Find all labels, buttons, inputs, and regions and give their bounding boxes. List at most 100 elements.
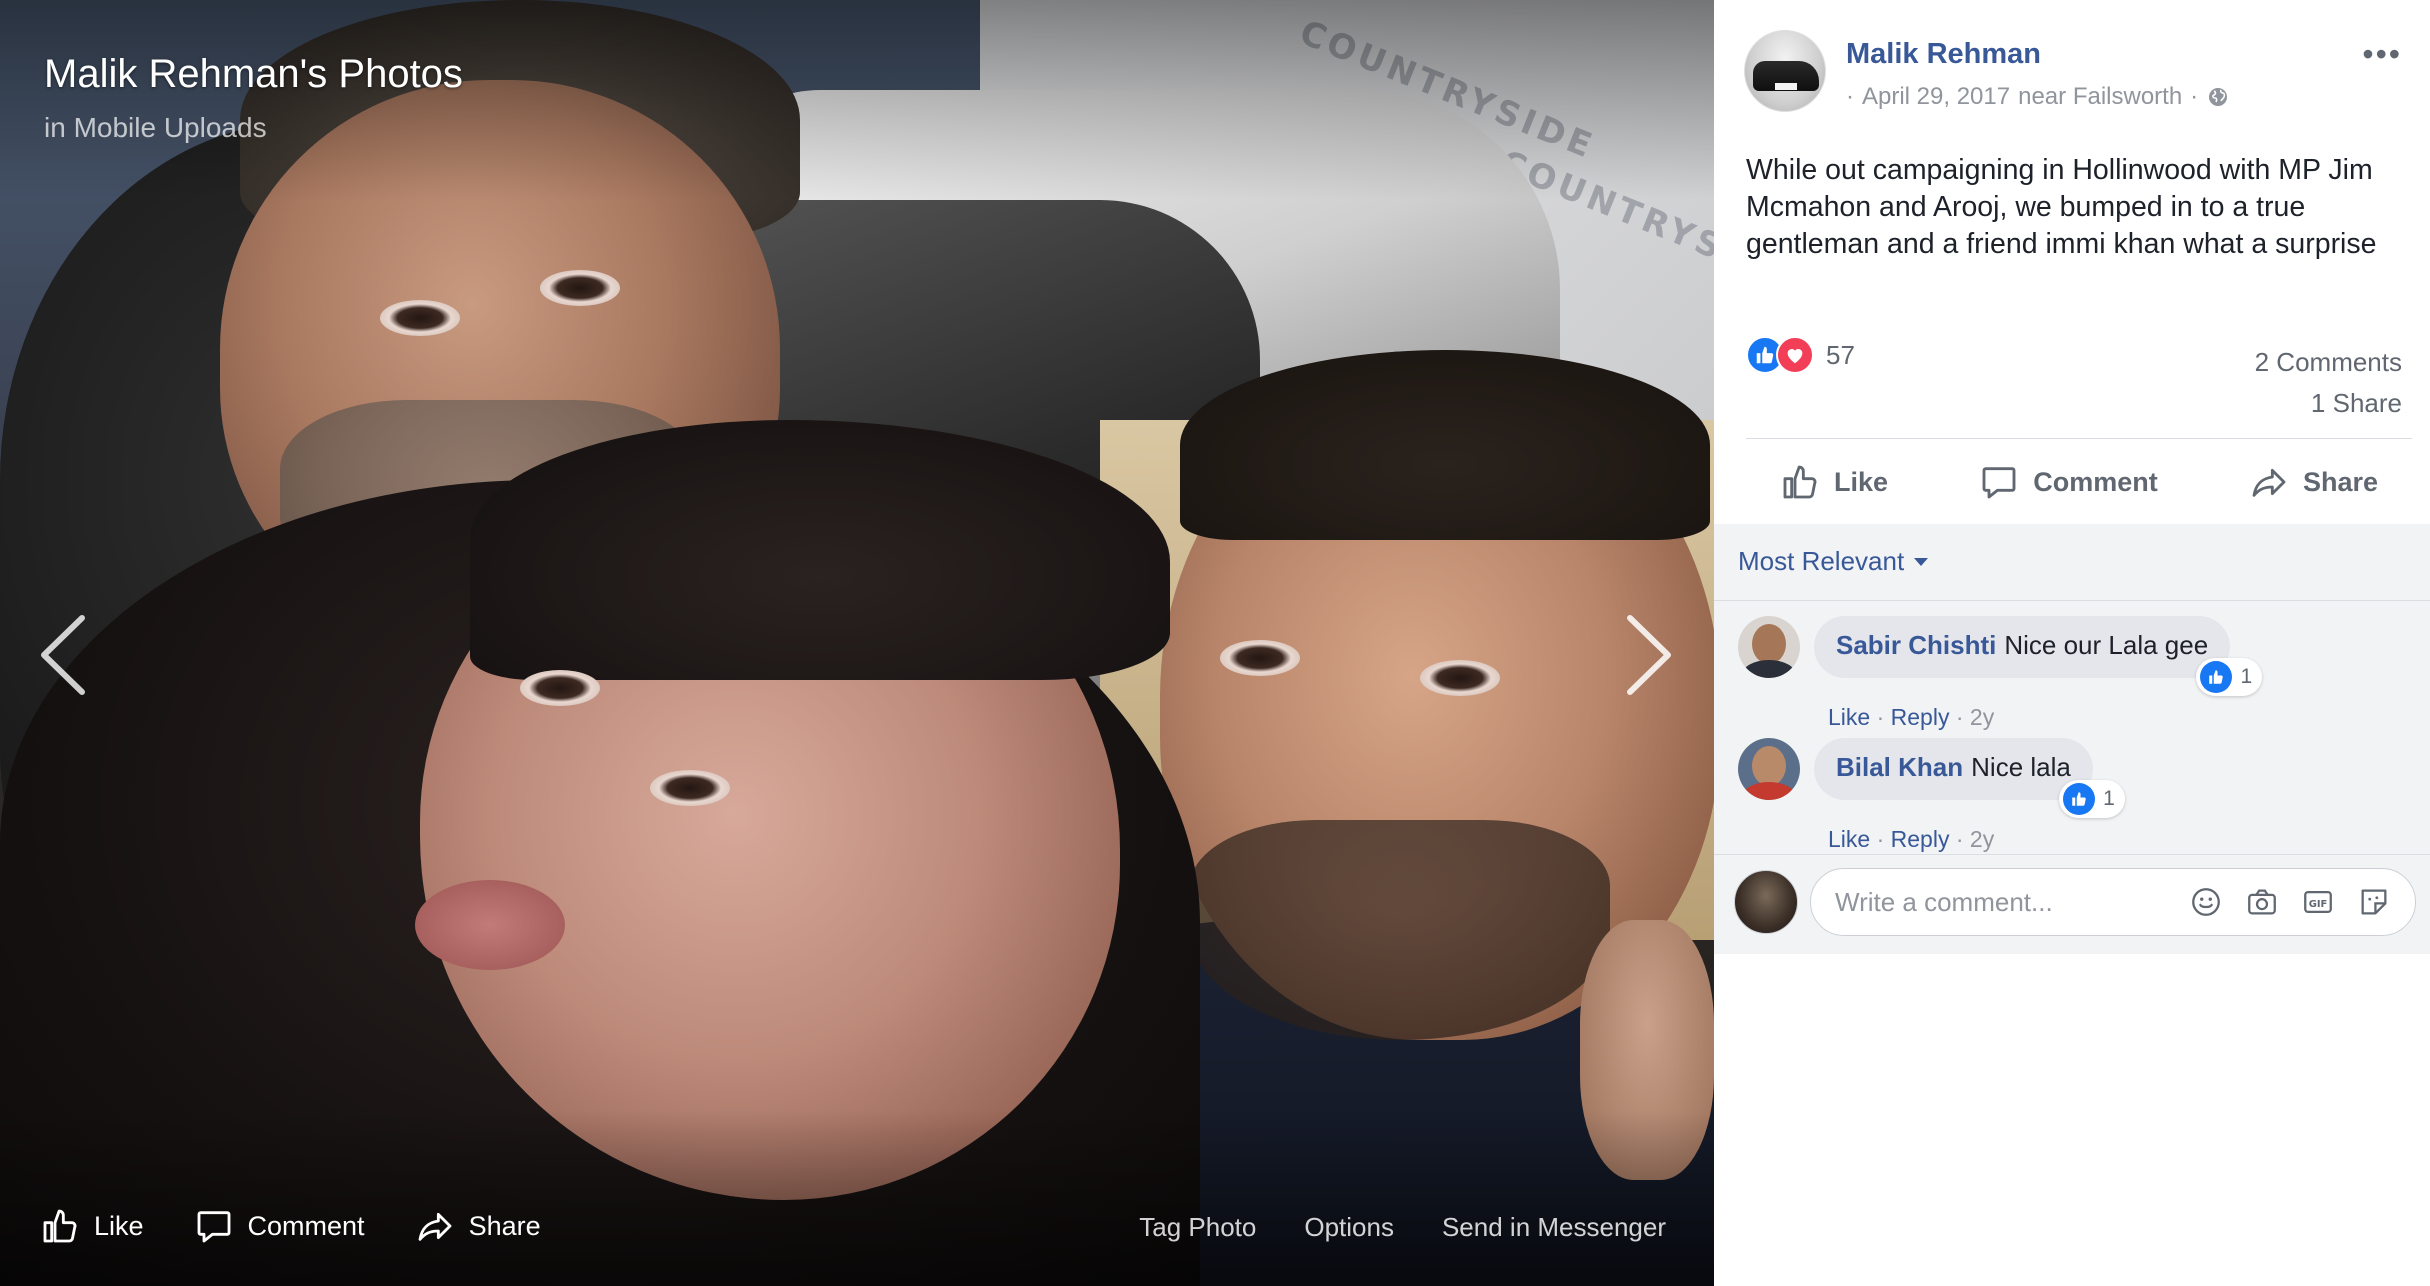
- comment-author[interactable]: Bilal Khan: [1836, 752, 1963, 782]
- post-location[interactable]: near Failsworth: [2018, 83, 2182, 111]
- divider: [1714, 600, 2430, 601]
- separator-dot: ·: [1876, 704, 1891, 730]
- comment-meta: Like · Reply · 2y: [1828, 704, 1994, 731]
- comment-input[interactable]: Write a comment... GIF: [1810, 868, 2416, 936]
- comment-icon: [1982, 467, 2016, 499]
- photo-lips: [415, 880, 565, 970]
- photo-comment-button[interactable]: Comment: [194, 1206, 365, 1246]
- photo-viewer: COUNTRYSIDE COUNTRYSIDE Malik Rehman's P…: [0, 0, 1714, 1286]
- thumbs-up-icon: [43, 1209, 77, 1243]
- photo-action-bar: Like Comment Share: [40, 1206, 541, 1246]
- photo-album-title[interactable]: Malik Rehman's Photos: [44, 52, 463, 97]
- photo-like-label: Like: [94, 1210, 144, 1241]
- photo-options-bar: Tag Photo Options Send in Messenger: [1139, 1212, 1666, 1243]
- comment-reaction-badge[interactable]: 1: [2059, 780, 2125, 818]
- camera-icon[interactable]: [2245, 885, 2279, 919]
- commenter-avatar[interactable]: [1738, 616, 1800, 678]
- post-text: While out campaigning in Hollinwood with…: [1746, 154, 2377, 260]
- comment-sort-dropdown[interactable]: Most Relevant: [1738, 546, 1929, 577]
- comment-like-link[interactable]: Like: [1828, 826, 1870, 852]
- comment-reaction-badge[interactable]: 1: [2196, 658, 2263, 696]
- like-reaction-icon: [2063, 783, 2096, 815]
- post-header: Malik Rehman · April 29, 2017 near Fails…: [1744, 30, 2230, 112]
- heart-icon: [1787, 349, 1803, 364]
- author-avatar[interactable]: [1744, 30, 1826, 112]
- post-date[interactable]: April 29, 2017: [1862, 83, 2010, 111]
- gif-icon[interactable]: GIF: [2301, 885, 2335, 919]
- comment-like-link[interactable]: Like: [1828, 704, 1870, 730]
- separator-dot: ·: [1846, 83, 1854, 110]
- composer-icons: GIF: [2189, 885, 2391, 919]
- emoji-icon[interactable]: [2189, 885, 2223, 919]
- comment-sort-label: Most Relevant: [1738, 546, 1905, 576]
- like-reaction-icon: [2200, 661, 2233, 693]
- photo-eye: [540, 270, 620, 306]
- photo-eye: [1220, 640, 1300, 676]
- like-button[interactable]: Like: [1756, 452, 1912, 512]
- reaction-count: 57: [1826, 339, 1855, 370]
- photo-eye: [520, 670, 600, 706]
- comment-row: Bilal Khan Nice lala 1: [1738, 738, 2125, 818]
- comments-section: Most Relevant Sabir Chishti Nice our Lala…: [1714, 524, 2430, 954]
- album-prefix: in: [44, 112, 66, 143]
- comment-like-count: 1: [2240, 665, 2253, 688]
- svg-text:GIF: GIF: [2309, 899, 2328, 910]
- photo-eye: [380, 300, 460, 336]
- comment-like-count: 1: [2103, 787, 2115, 810]
- divider: [1714, 854, 2430, 855]
- sticker-icon[interactable]: [2357, 885, 2391, 919]
- post-subline: · April 29, 2017 near Failsworth ·: [1846, 83, 2230, 111]
- album-link[interactable]: Mobile Uploads: [74, 112, 267, 143]
- comment-meta: Like · Reply · 2y: [1828, 826, 1994, 853]
- avatar-body-shape: [1742, 660, 1796, 678]
- thumbs-up-icon: [2072, 792, 2086, 806]
- current-user-avatar: [1734, 870, 1798, 934]
- separator-dot: ·: [1955, 826, 1970, 852]
- globe-icon[interactable]: [2206, 85, 2230, 109]
- comment-icon: [197, 1211, 230, 1243]
- send-in-messenger-link[interactable]: Send in Messenger: [1442, 1212, 1666, 1243]
- avatar-plate-shape: [1775, 83, 1797, 90]
- more-options-button[interactable]: •••: [2362, 36, 2402, 73]
- comment-reply-link[interactable]: Reply: [1891, 826, 1950, 852]
- tag-photo-link[interactable]: Tag Photo: [1139, 1212, 1256, 1243]
- comment-button[interactable]: Comment: [1955, 452, 2182, 512]
- engagement-counts: 2 Comments 1 Share: [2255, 342, 2402, 424]
- divider: [1746, 438, 2412, 439]
- previous-photo-button[interactable]: [30, 610, 100, 700]
- shares-count[interactable]: 1 Share: [2311, 388, 2402, 418]
- comment-text: Nice lala: [1971, 752, 2071, 782]
- photo-like-button[interactable]: Like: [40, 1206, 144, 1246]
- photo-person-right-hair: [1180, 350, 1710, 540]
- photo-share-button[interactable]: Share: [415, 1206, 541, 1246]
- comment-age[interactable]: 2y: [1970, 704, 1994, 730]
- comment-text: Nice our Lala gee: [2004, 630, 2209, 660]
- photo-top-gradient: [0, 0, 1714, 200]
- photo-eye: [650, 770, 730, 806]
- author-name[interactable]: Malik Rehman: [1846, 38, 2230, 71]
- comment-reply-link[interactable]: Reply: [1891, 704, 1950, 730]
- separator-dot: ·: [1955, 704, 1970, 730]
- separator-dot: ·: [2190, 83, 2199, 110]
- comment-row: Sabir Chishti Nice our Lala gee 1: [1738, 616, 2263, 696]
- like-button-label: Like: [1834, 466, 1889, 497]
- comment-bubble: Sabir Chishti Nice our Lala gee 1: [1814, 616, 2263, 696]
- reactions-summary[interactable]: 57: [1746, 336, 1855, 374]
- comment-age[interactable]: 2y: [1970, 826, 1994, 852]
- comment-input-placeholder: Write a comment...: [1835, 886, 2053, 917]
- comments-count[interactable]: 2 Comments: [2255, 347, 2402, 377]
- post-panel: Malik Rehman · April 29, 2017 near Fails…: [1714, 0, 2430, 1286]
- share-button[interactable]: Share: [2225, 452, 2402, 512]
- avatar-head-shape: [1752, 746, 1786, 786]
- comment-author[interactable]: Sabir Chishti: [1836, 630, 1996, 660]
- photo-album-subtitle: in Mobile Uploads: [44, 112, 267, 144]
- separator-dot: ·: [1876, 826, 1891, 852]
- caret-down-icon: [1914, 557, 1929, 566]
- options-link[interactable]: Options: [1304, 1212, 1394, 1243]
- photo-share-label: Share: [468, 1210, 541, 1241]
- thumbs-up-icon: [1756, 346, 1774, 364]
- post-action-bar: Like Comment Share: [1746, 452, 2412, 512]
- next-photo-button[interactable]: [1612, 610, 1682, 700]
- share-icon: [2252, 468, 2286, 497]
- commenter-avatar[interactable]: [1738, 738, 1800, 800]
